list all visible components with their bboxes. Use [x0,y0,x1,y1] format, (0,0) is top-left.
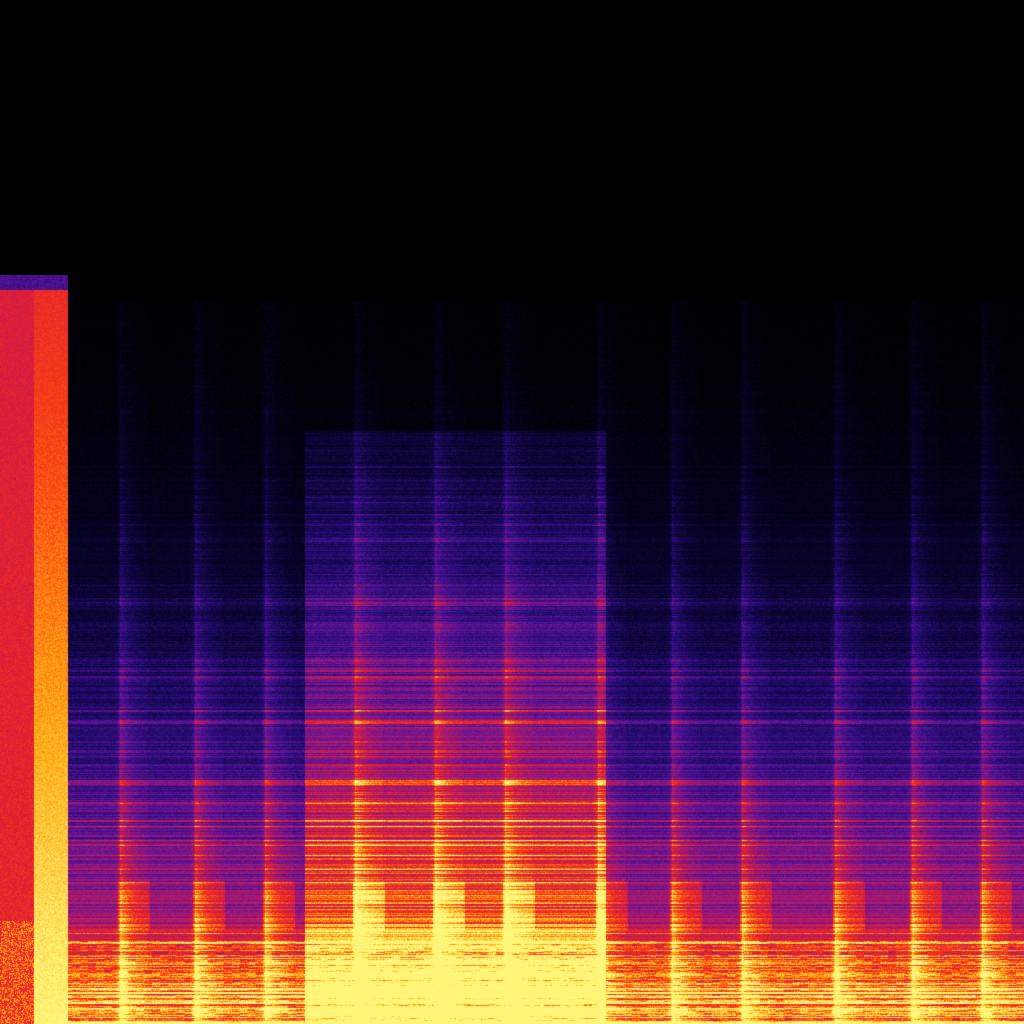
spectrogram-view [0,0,1024,1024]
spectrogram-image [0,0,1024,1024]
